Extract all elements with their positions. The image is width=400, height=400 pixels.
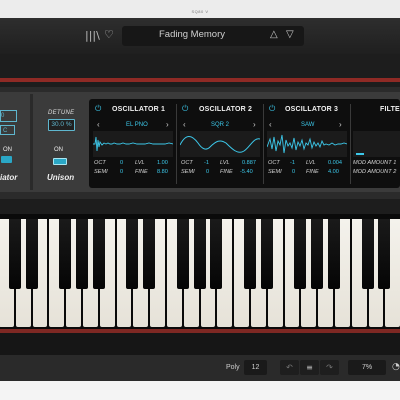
status-bar [0, 355, 400, 381]
redo-icon[interactable]: ↷ [320, 360, 339, 375]
unison-on-label: ON [54, 147, 63, 153]
osc3-fine-value[interactable]: 4.00 [328, 169, 339, 175]
black-key[interactable] [361, 219, 374, 289]
osc3-waveform-display [266, 131, 348, 157]
poly-label: Poly [226, 364, 240, 371]
osc2-semi-value[interactable]: 0 [206, 169, 209, 175]
osc2-wave-graphic [179, 136, 261, 153]
osc1-semi-label: SEMI [94, 169, 108, 175]
osc-separator [263, 104, 264, 184]
preset-name[interactable]: Fading Memory [122, 29, 262, 40]
osc1-prev-wave-icon[interactable]: ‹ [97, 120, 100, 129]
osc1-lvl-label: LVL [135, 160, 145, 166]
osc2-waveform-display [179, 131, 261, 157]
brand-red-strip [0, 78, 400, 82]
black-key[interactable] [294, 219, 307, 289]
filter-display [353, 131, 400, 157]
keyboard-base [0, 333, 400, 355]
osc-separator [350, 104, 351, 184]
osc2-prev-wave-icon[interactable]: ‹ [183, 120, 186, 129]
left-value-field[interactable]: 0 [0, 110, 17, 122]
osc2-lvl-value[interactable]: 0.887 [242, 160, 256, 166]
cpu-meter: 7% [348, 360, 386, 375]
osc1-lvl-value[interactable]: 1.00 [157, 160, 168, 166]
heart-icon[interactable]: ♡ [104, 28, 114, 41]
black-key[interactable] [260, 219, 273, 289]
osc3-wave-graphic [266, 134, 348, 154]
black-key[interactable] [126, 219, 139, 289]
black-key[interactable] [59, 219, 72, 289]
osc2-name: OSCILLATOR 2 [199, 106, 253, 113]
history-icon[interactable]: ≡ [300, 360, 319, 375]
library-icon[interactable]: |||\ [85, 29, 100, 42]
osc3-next-wave-icon[interactable]: › [339, 120, 342, 129]
window-title: SQ80 V [191, 9, 209, 14]
piano-keyboard[interactable] [0, 219, 400, 327]
black-key[interactable] [328, 219, 340, 289]
osc3-lvl-label: LVL [306, 160, 316, 166]
black-key[interactable] [378, 219, 391, 289]
osc2-power-icon[interactable]: ⏻ [182, 104, 188, 114]
osc2-next-wave-icon[interactable]: › [253, 120, 256, 129]
osc2-semi-label: SEMI [181, 169, 195, 175]
black-key[interactable] [76, 219, 88, 289]
left-on-label: ON [3, 147, 12, 153]
left-on-toggle[interactable] [1, 156, 12, 163]
osc1-waveform[interactable]: EL PNO [126, 122, 148, 128]
black-key[interactable] [25, 219, 38, 289]
black-key[interactable] [210, 219, 223, 289]
osc1-name: OSCILLATOR 1 [112, 106, 166, 113]
osc3-oct-label: OCT [268, 160, 280, 166]
detune-field[interactable]: 30.0 % [48, 119, 75, 131]
filter-level-indicator [356, 153, 364, 155]
left-key-field[interactable]: C [0, 125, 15, 135]
osc1-fine-value[interactable]: 8.80 [157, 169, 168, 175]
next-preset-icon[interactable]: ▽ [286, 29, 294, 40]
osc1-oct-value[interactable]: 0 [120, 160, 123, 166]
detune-label: DETUNE [48, 110, 75, 116]
osc3-fine-label: FINE [306, 169, 319, 175]
black-key[interactable] [244, 219, 256, 289]
osc2-fine-label: FINE [220, 169, 233, 175]
black-key[interactable] [176, 219, 189, 289]
osc1-fine-label: FINE [135, 169, 148, 175]
settings-icon[interactable]: ◔ [392, 362, 400, 372]
osc1-waveform-display [93, 131, 174, 157]
osc1-wave-graphic [93, 136, 174, 152]
osc2-oct-value[interactable]: -1 [204, 160, 209, 166]
unison-label: Unison [47, 173, 75, 182]
osc2-fine-value[interactable]: -5.40 [240, 169, 253, 175]
unison-toggle[interactable] [53, 158, 67, 165]
osc2-oct-label: OCT [181, 160, 193, 166]
osc1-power-icon[interactable]: ⏻ [95, 104, 101, 114]
left-section-label: iator [0, 173, 18, 182]
black-key[interactable] [193, 219, 206, 289]
osc3-power-icon[interactable]: ⏻ [269, 104, 275, 114]
osc3-oct-value[interactable]: -1 [290, 160, 295, 166]
osc2-lvl-label: LVL [220, 160, 230, 166]
osc1-next-wave-icon[interactable]: › [166, 120, 169, 129]
black-key[interactable] [143, 219, 156, 289]
osc3-waveform[interactable]: SAW [301, 122, 314, 128]
previous-preset-icon[interactable]: △ [270, 29, 278, 40]
osc3-semi-label: SEMI [268, 169, 282, 175]
black-key[interactable] [8, 219, 21, 289]
osc1-semi-value[interactable]: 0 [120, 169, 123, 175]
osc-separator [176, 104, 177, 184]
undo-icon[interactable]: ↶ [280, 360, 299, 375]
osc3-prev-wave-icon[interactable]: ‹ [269, 120, 272, 129]
osc3-name: OSCILLATOR 3 [285, 106, 339, 113]
osc3-semi-value[interactable]: 0 [292, 169, 295, 175]
poly-voices-field[interactable]: 12 [244, 360, 267, 375]
osc3-lvl-value[interactable]: 0.004 [328, 160, 342, 166]
section-divider [30, 94, 33, 190]
filter-mod-amount-1: MOD AMOUNT 1 [353, 160, 397, 166]
filter-name: FILTE [380, 106, 400, 113]
osc1-oct-label: OCT [94, 160, 106, 166]
osc2-waveform[interactable]: SQR 2 [211, 122, 229, 128]
filter-mod-amount-2: MOD AMOUNT 2 [353, 169, 397, 175]
black-key[interactable] [311, 219, 324, 289]
black-key[interactable] [92, 219, 105, 289]
